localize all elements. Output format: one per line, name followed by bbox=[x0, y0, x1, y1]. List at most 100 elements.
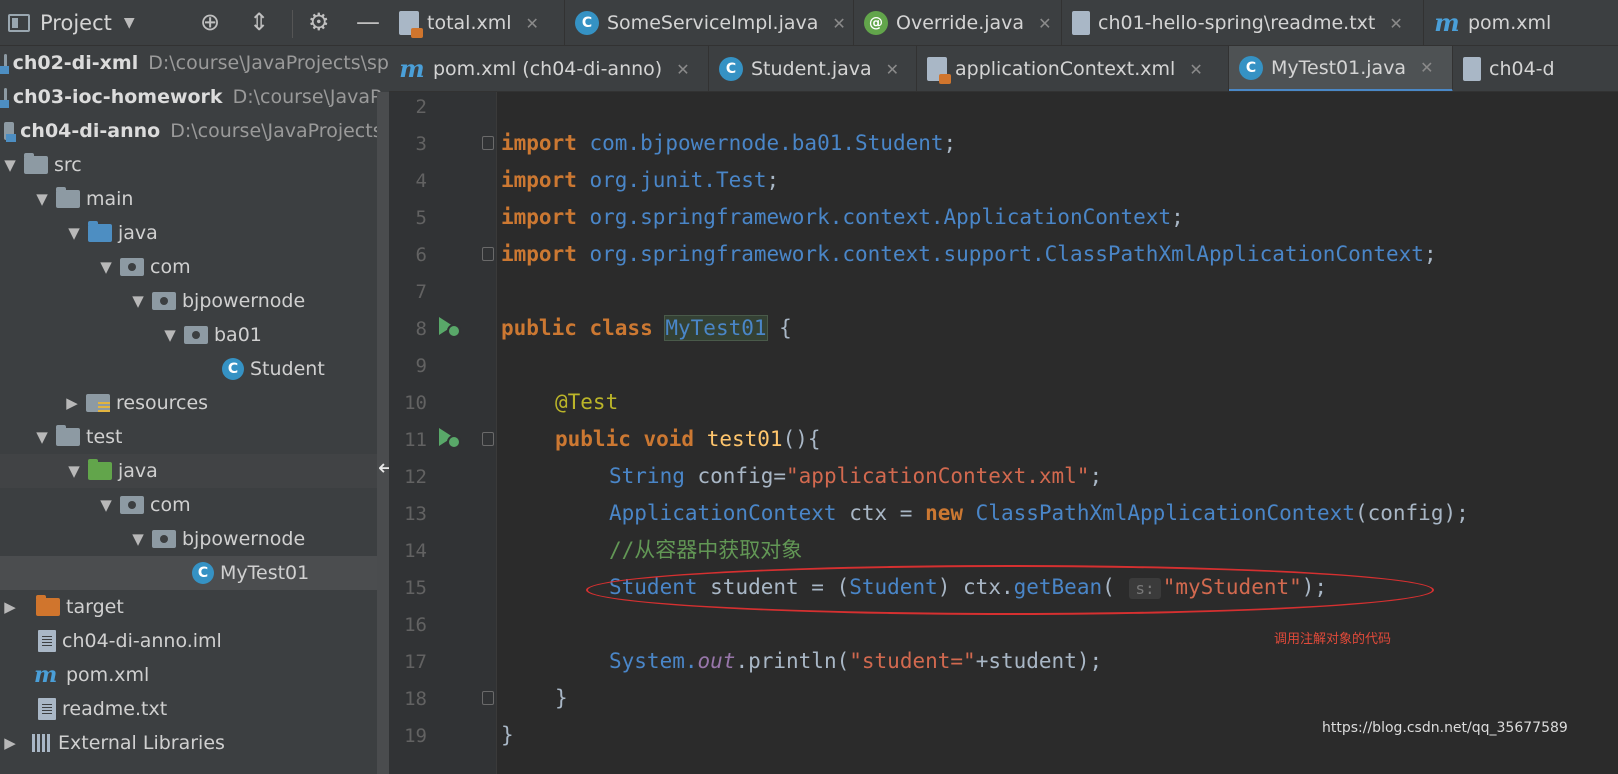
expand-arrow-icon[interactable]: ▼ bbox=[162, 326, 178, 344]
tree-item-test-bjpowernode[interactable]: ▼ bjpowernode bbox=[0, 522, 389, 556]
close-icon[interactable]: ✕ bbox=[526, 14, 539, 33]
hide-icon[interactable]: — bbox=[356, 8, 380, 36]
code-token: out bbox=[697, 649, 736, 673]
expand-arrow-icon[interactable]: ▼ bbox=[34, 190, 50, 208]
close-icon[interactable]: ✕ bbox=[1038, 14, 1051, 33]
close-icon[interactable]: ✕ bbox=[1189, 60, 1202, 79]
tree-item-external-libraries[interactable]: ▶ External Libraries bbox=[0, 726, 389, 760]
tree-item-label: com bbox=[150, 494, 191, 516]
project-view-selector[interactable]: Project ▼ bbox=[8, 0, 135, 46]
fold-marker-icon[interactable] bbox=[482, 691, 494, 705]
expand-arrow-icon[interactable]: ▼ bbox=[34, 428, 50, 446]
tree-item-main[interactable]: ▼ main bbox=[0, 182, 389, 216]
tree-item-ba01[interactable]: ▼ ba01 bbox=[0, 318, 389, 352]
expand-arrow-icon[interactable]: ▶ bbox=[64, 394, 80, 412]
tree-item-iml[interactable]: ch04-di-anno.iml bbox=[0, 624, 389, 658]
expand-arrow-icon[interactable]: ▼ bbox=[130, 292, 146, 310]
locate-icon[interactable]: ⊕ bbox=[200, 8, 220, 36]
tree-item-test-java[interactable]: ▼ java bbox=[0, 454, 389, 488]
code-token: ; bbox=[1423, 242, 1437, 266]
close-icon[interactable]: ✕ bbox=[886, 60, 899, 79]
tab-ch01-readme[interactable]: ch01-hello-spring\readme.txt ✕ bbox=[1062, 0, 1424, 45]
project-folder-icon bbox=[8, 13, 30, 32]
tree-item-bjpowernode[interactable]: ▼ bjpowernode bbox=[0, 284, 389, 318]
tab-student-java[interactable]: C Student.java ✕ bbox=[709, 46, 917, 91]
tree-item-readme[interactable]: readme.txt bbox=[0, 692, 389, 726]
tree-item-label: test bbox=[86, 426, 123, 448]
tab-applicationcontext-xml[interactable]: applicationContext.xml ✕ bbox=[917, 46, 1229, 91]
code-token: ApplicationContext bbox=[943, 205, 1172, 229]
chevron-down-icon: ▼ bbox=[123, 14, 135, 31]
code-token: ; bbox=[1171, 205, 1184, 229]
code-line-18: } bbox=[555, 683, 568, 713]
tab-mytest01-java[interactable]: C MyTest01.java ✕ bbox=[1229, 46, 1453, 91]
tab-label: SomeServiceImpl.java bbox=[607, 12, 819, 34]
tree-item-student[interactable]: C Student bbox=[0, 352, 389, 386]
expand-arrow-icon[interactable]: ▼ bbox=[130, 530, 146, 548]
fold-marker-icon[interactable] bbox=[482, 247, 494, 261]
expand-arrow-icon[interactable]: ▼ bbox=[66, 462, 82, 480]
tab-total-xml[interactable]: total.xml ✕ bbox=[389, 0, 565, 45]
package-icon bbox=[120, 258, 144, 276]
tree-item-ch04-di-anno[interactable]: ch04-di-anno D:\course\JavaProjects\ bbox=[0, 114, 389, 148]
tree-item-label: target bbox=[66, 596, 124, 618]
tree-item-target[interactable]: ▶ target bbox=[0, 590, 389, 624]
tree-item-label: com bbox=[150, 256, 191, 278]
gear-icon[interactable]: ⚙ bbox=[308, 8, 330, 36]
run-class-icon[interactable] bbox=[437, 316, 461, 338]
editor-tabs-row-1: total.xml ✕ C SomeServiceImpl.java ✕ @ O… bbox=[389, 0, 1618, 46]
line-number: 17 bbox=[404, 651, 427, 673]
tree-item-label: ba01 bbox=[214, 324, 262, 346]
collapse-all-icon[interactable]: ⇕ bbox=[249, 8, 269, 36]
fold-marker-icon[interactable] bbox=[482, 136, 494, 150]
tree-item-resources[interactable]: ▶ resources bbox=[0, 386, 389, 420]
expand-arrow-icon[interactable]: ▼ bbox=[66, 224, 82, 242]
tree-item-src[interactable]: ▼ src bbox=[0, 148, 389, 182]
tree-item-ch03-ioc-homework[interactable]: ch03-ioc-homework D:\course\JavaPr bbox=[0, 80, 389, 114]
code-token: ClassPathXmlApplicationContext bbox=[1044, 242, 1424, 266]
expand-arrow-icon[interactable]: ▼ bbox=[98, 496, 114, 514]
expand-arrow-icon[interactable]: ▶ bbox=[2, 598, 18, 616]
code-token: import bbox=[501, 205, 577, 229]
close-icon[interactable]: ✕ bbox=[1420, 58, 1433, 77]
code-token: import bbox=[501, 168, 577, 192]
tree-item-path: D:\course\JavaProjects\sp bbox=[148, 52, 389, 74]
tree-item-pom[interactable]: m pom.xml bbox=[0, 658, 389, 692]
tab-pom-xml[interactable]: m pom.xml bbox=[1424, 0, 1618, 45]
code-line-4: import org.junit.Test; bbox=[501, 165, 779, 195]
tree-item-mytest01[interactable]: C MyTest01 bbox=[0, 556, 389, 590]
code-token: { bbox=[766, 316, 792, 340]
tree-item-com[interactable]: ▼ com bbox=[0, 250, 389, 284]
fold-marker-icon[interactable] bbox=[482, 432, 494, 446]
tab-pom-ch04[interactable]: m pom.xml (ch04-di-anno) ✕ bbox=[389, 46, 709, 91]
tree-item-ch02-di-xml[interactable]: ch02-di-xml D:\course\JavaProjects\sp bbox=[0, 46, 389, 80]
run-test-icon[interactable] bbox=[437, 427, 461, 449]
tab-override[interactable]: @ Override.java ✕ bbox=[854, 0, 1062, 45]
tab-ch04-partial[interactable]: ch04-d bbox=[1453, 46, 1618, 91]
expand-arrow-icon[interactable]: ▶ bbox=[2, 734, 18, 752]
close-icon[interactable]: ✕ bbox=[832, 14, 845, 33]
code-token: String bbox=[609, 464, 685, 488]
close-icon[interactable]: ✕ bbox=[676, 60, 689, 79]
tree-item-test-com[interactable]: ▼ com bbox=[0, 488, 389, 522]
code-token: ; bbox=[766, 168, 780, 192]
tree-item-test[interactable]: ▼ test bbox=[0, 420, 389, 454]
code-line-14: //从容器中获取对象 bbox=[609, 535, 802, 565]
tab-someserviceimpl[interactable]: C SomeServiceImpl.java ✕ bbox=[565, 0, 854, 45]
highlight-ellipse bbox=[586, 565, 1434, 615]
folder-icon bbox=[24, 153, 48, 174]
package-icon bbox=[184, 326, 208, 344]
maven-icon: m bbox=[1434, 8, 1460, 37]
tree-item-main-java[interactable]: ▼ java bbox=[0, 216, 389, 250]
expand-arrow-icon[interactable]: ▼ bbox=[2, 156, 18, 174]
expand-arrow-icon[interactable]: ▼ bbox=[98, 258, 114, 276]
code-token: ; bbox=[943, 131, 957, 155]
panel-splitter[interactable] bbox=[377, 92, 389, 774]
package-icon bbox=[152, 530, 176, 548]
code-line-6: import org.springframework.context.suppo… bbox=[501, 239, 1437, 269]
code-editor[interactable]: 2 3 4 5 6 7 8 9 10 11 12 13 14 15 16 17 … bbox=[389, 92, 1618, 774]
code-token: ; bbox=[1089, 464, 1103, 488]
close-icon[interactable]: ✕ bbox=[1389, 14, 1402, 33]
text-file-icon bbox=[1072, 11, 1090, 35]
tab-label: Student.java bbox=[751, 58, 872, 80]
